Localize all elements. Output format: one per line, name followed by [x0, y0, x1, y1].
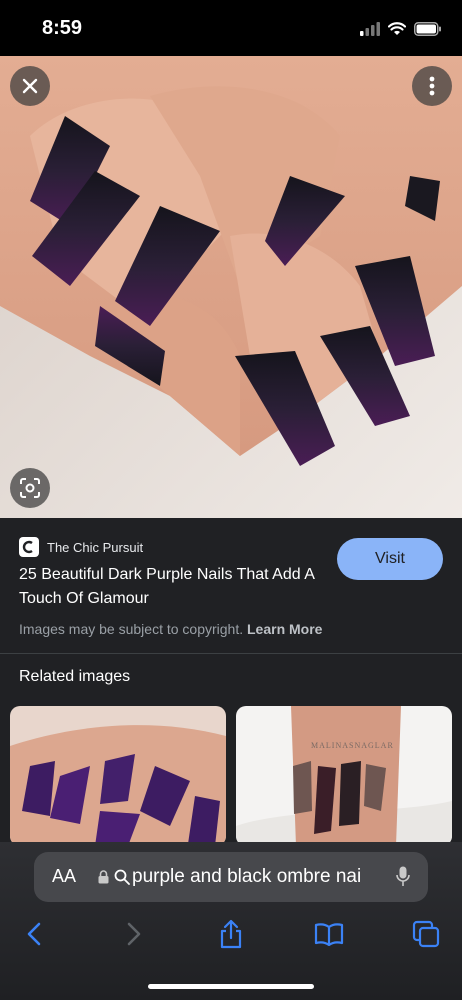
microphone-icon[interactable]	[396, 866, 410, 888]
cellular-signal-icon	[360, 22, 380, 36]
forward-button[interactable]	[118, 918, 150, 950]
browser-toolbar	[0, 914, 462, 954]
bookmarks-button[interactable]	[313, 918, 345, 950]
close-icon	[22, 78, 38, 94]
source-logo	[19, 537, 39, 557]
site-logo-icon	[22, 540, 33, 554]
chevron-right-icon	[127, 922, 141, 946]
close-button[interactable]	[10, 66, 50, 106]
share-button[interactable]	[215, 918, 247, 950]
browser-bottom-bar: AA purple and black ombre nai	[0, 842, 462, 1000]
address-bar[interactable]: AA purple and black ombre nai	[34, 852, 428, 902]
copyright-notice: Images may be subject to copyright. Lear…	[19, 621, 322, 637]
battery-icon	[414, 22, 441, 36]
back-button[interactable]	[18, 918, 50, 950]
lock-icon	[98, 870, 109, 884]
wifi-icon	[388, 22, 406, 35]
status-icons	[360, 20, 442, 38]
nails-photo	[0, 56, 462, 518]
lens-button[interactable]	[10, 468, 50, 508]
related-image-2[interactable]: MALINASNAGLAR	[236, 706, 452, 846]
related-images-title: Related images	[19, 668, 131, 685]
main-image[interactable]	[0, 56, 462, 518]
visit-button[interactable]: Visit	[337, 538, 443, 580]
tabs-button[interactable]	[410, 918, 442, 950]
lens-icon	[20, 478, 40, 498]
result-title[interactable]: 25 Beautiful Dark Purple Nails That Add …	[19, 563, 319, 611]
thumb-watermark: MALINASNAGLAR	[311, 741, 394, 750]
related-thumb-photo-2: MALINASNAGLAR	[236, 706, 452, 846]
url-text: purple and black ombre nai	[132, 866, 362, 887]
home-indicator	[148, 984, 314, 989]
source-row[interactable]: The Chic Pursuit	[19, 537, 143, 557]
search-icon	[114, 869, 130, 885]
reader-text-size-button[interactable]: AA	[52, 866, 76, 887]
chevron-left-icon	[27, 922, 41, 946]
status-bar: 8:59	[0, 0, 462, 56]
share-icon	[220, 919, 242, 949]
copyright-text: Images may be subject to copyright.	[19, 621, 244, 637]
learn-more-link[interactable]: Learn More	[247, 621, 322, 637]
status-time: 8:59	[42, 17, 83, 39]
related-thumb-photo-1	[10, 706, 226, 846]
related-image-1[interactable]	[10, 706, 226, 846]
source-name: The Chic Pursuit	[47, 539, 144, 555]
divider	[0, 653, 462, 654]
tabs-icon	[412, 920, 440, 948]
more-vert-icon	[429, 76, 435, 96]
more-options-button[interactable]	[412, 66, 452, 106]
book-icon	[314, 923, 344, 946]
